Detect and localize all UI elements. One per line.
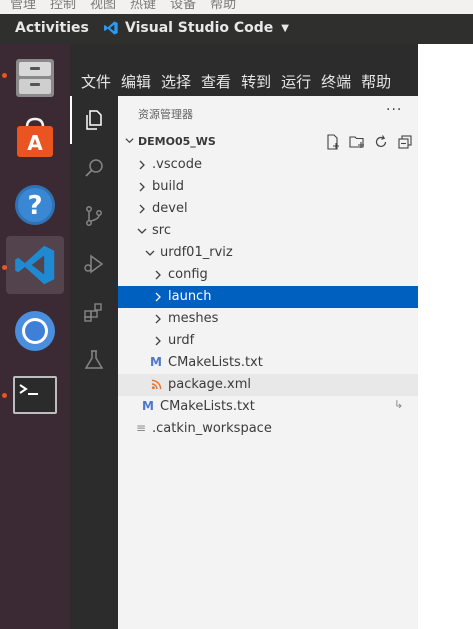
menu-go[interactable]: 转到 bbox=[236, 71, 276, 92]
tree-item-label: meshes bbox=[168, 311, 219, 326]
chevron-down-icon bbox=[124, 135, 135, 149]
app-menu[interactable]: Visual Studio Code ▼ bbox=[103, 20, 289, 36]
dock-item-software[interactable]: A bbox=[6, 108, 64, 166]
menu-help[interactable]: 帮助 bbox=[356, 71, 396, 92]
desktop: 管理 控制 视图 热键 设备 帮助 Activities Visual Stud… bbox=[0, 0, 473, 629]
explorer-actions bbox=[324, 133, 414, 151]
tree-item-folder[interactable]: urdf bbox=[118, 330, 418, 352]
question-icon: ? bbox=[15, 185, 55, 225]
dock-item-help[interactable]: ? bbox=[6, 176, 64, 234]
explorer-sidebar: 资源管理器 ··· DEMO05_WS .vscode build devel … bbox=[118, 96, 418, 629]
source-control-icon[interactable] bbox=[82, 204, 106, 228]
dock-item-terminal[interactable] bbox=[6, 366, 64, 424]
tree-item-label: .catkin_workspace bbox=[152, 421, 272, 436]
chevron-right-icon bbox=[155, 270, 161, 280]
refresh-icon[interactable] bbox=[372, 133, 390, 151]
tree-item-file[interactable]: M CMakeLists.txt bbox=[118, 352, 418, 374]
chevron-right-icon bbox=[139, 182, 145, 192]
tree-item-label: package.xml bbox=[168, 377, 251, 392]
chevron-down-icon bbox=[137, 228, 147, 234]
active-indicator bbox=[70, 96, 72, 144]
cmake-file-icon: M bbox=[142, 399, 154, 413]
chevron-down-icon: ▼ bbox=[281, 22, 289, 34]
tree-item-label: urdf bbox=[168, 333, 195, 348]
chevron-right-icon bbox=[155, 336, 161, 346]
gnome-top-bar: Activities Visual Studio Code ▼ bbox=[0, 14, 473, 44]
tree-item-folder[interactable]: build bbox=[118, 176, 418, 198]
svg-text:?: ? bbox=[27, 191, 42, 221]
more-actions-icon[interactable]: ··· bbox=[386, 102, 402, 118]
tree-item-folder[interactable]: config bbox=[118, 264, 418, 286]
vscode-icon bbox=[15, 245, 55, 285]
activities-button[interactable]: Activities bbox=[15, 20, 89, 36]
tree-item-folder[interactable]: urdf01_rviz bbox=[118, 242, 418, 264]
tree-item-label: build bbox=[152, 179, 184, 194]
chevron-right-icon bbox=[155, 314, 161, 324]
tree-item-folder-selected[interactable]: launch bbox=[118, 286, 418, 308]
host-menu-item[interactable]: 管理 bbox=[10, 0, 36, 12]
svg-text:A: A bbox=[27, 131, 43, 155]
symlink-icon: ↳ bbox=[394, 398, 404, 411]
menu-view[interactable]: 查看 bbox=[196, 71, 236, 92]
plain-file-icon: ≡ bbox=[136, 421, 147, 435]
file-cabinet-icon bbox=[16, 59, 54, 97]
explorer-icon[interactable] bbox=[82, 108, 106, 132]
vscode-window: 文件 编辑 选择 查看 转到 运行 终端 帮助 资源管理器 ··· DEMO05… bbox=[70, 44, 473, 629]
run-debug-icon[interactable] bbox=[82, 252, 106, 276]
new-file-icon[interactable] bbox=[324, 133, 342, 151]
chevron-right-icon bbox=[155, 292, 161, 302]
tree-item-label: src bbox=[152, 223, 171, 238]
workspace-name: DEMO05_WS bbox=[138, 135, 216, 148]
search-icon[interactable] bbox=[82, 156, 106, 180]
tree-item-file[interactable]: package.xml bbox=[118, 374, 418, 396]
explorer-title: 资源管理器 bbox=[138, 108, 193, 121]
chevron-right-icon bbox=[139, 160, 145, 170]
dock-item-vscode[interactable] bbox=[6, 236, 64, 294]
chevron-right-icon bbox=[139, 204, 145, 214]
cmake-file-icon: M bbox=[150, 355, 162, 369]
title-bar bbox=[70, 44, 418, 66]
menu-file[interactable]: 文件 bbox=[76, 71, 116, 92]
tree-item-label: urdf01_rviz bbox=[160, 245, 233, 260]
tree-item-label: CMakeLists.txt bbox=[160, 399, 255, 414]
tree-item-file[interactable]: M CMakeLists.txt ↳ bbox=[118, 396, 418, 418]
tree-item-folder[interactable]: meshes bbox=[118, 308, 418, 330]
host-menu-item[interactable]: 帮助 bbox=[210, 0, 236, 12]
menu-terminal[interactable]: 终端 bbox=[316, 71, 356, 92]
extensions-icon[interactable] bbox=[82, 300, 106, 324]
tree-item-label: CMakeLists.txt bbox=[168, 355, 263, 370]
rss-feed-icon bbox=[151, 379, 162, 390]
terminal-icon bbox=[13, 376, 57, 414]
collapse-all-icon[interactable] bbox=[396, 133, 414, 151]
tree-item-folder[interactable]: src bbox=[118, 220, 418, 242]
shopping-bag-icon: A bbox=[17, 117, 53, 157]
activity-bar bbox=[70, 96, 118, 629]
dock-item-files[interactable] bbox=[6, 48, 64, 106]
tree-item-label: config bbox=[168, 267, 208, 282]
vscode-icon bbox=[104, 21, 118, 35]
host-menu-item[interactable]: 视图 bbox=[90, 0, 116, 12]
menu-run[interactable]: 运行 bbox=[276, 71, 316, 92]
host-menubar: 管理 控制 视图 热键 设备 帮助 bbox=[0, 0, 473, 14]
host-menu-item[interactable]: 控制 bbox=[50, 0, 76, 12]
host-menu-item[interactable]: 热键 bbox=[130, 0, 156, 12]
tree-item-label: .vscode bbox=[152, 157, 202, 172]
tree-item-label: launch bbox=[168, 289, 212, 304]
workspace-header[interactable]: DEMO05_WS bbox=[118, 132, 418, 154]
dock-item-chromium[interactable] bbox=[6, 302, 64, 360]
menu-edit[interactable]: 编辑 bbox=[116, 71, 156, 92]
tree-item-folder[interactable]: devel bbox=[118, 198, 418, 220]
host-menu-item[interactable]: 设备 bbox=[170, 0, 196, 12]
tree-item-folder[interactable]: .vscode bbox=[118, 154, 418, 176]
tree-item-file[interactable]: ≡ .catkin_workspace bbox=[118, 418, 418, 440]
dock: A ? bbox=[0, 44, 70, 629]
new-folder-icon[interactable] bbox=[348, 133, 366, 151]
menu-selection[interactable]: 选择 bbox=[156, 71, 196, 92]
chromium-icon bbox=[15, 311, 55, 351]
app-name: Visual Studio Code bbox=[125, 20, 274, 36]
tree-item-label: devel bbox=[152, 201, 188, 216]
chevron-down-icon bbox=[145, 250, 155, 256]
menubar: 文件 编辑 选择 查看 转到 运行 终端 帮助 bbox=[70, 66, 418, 96]
testing-icon[interactable] bbox=[82, 348, 106, 372]
